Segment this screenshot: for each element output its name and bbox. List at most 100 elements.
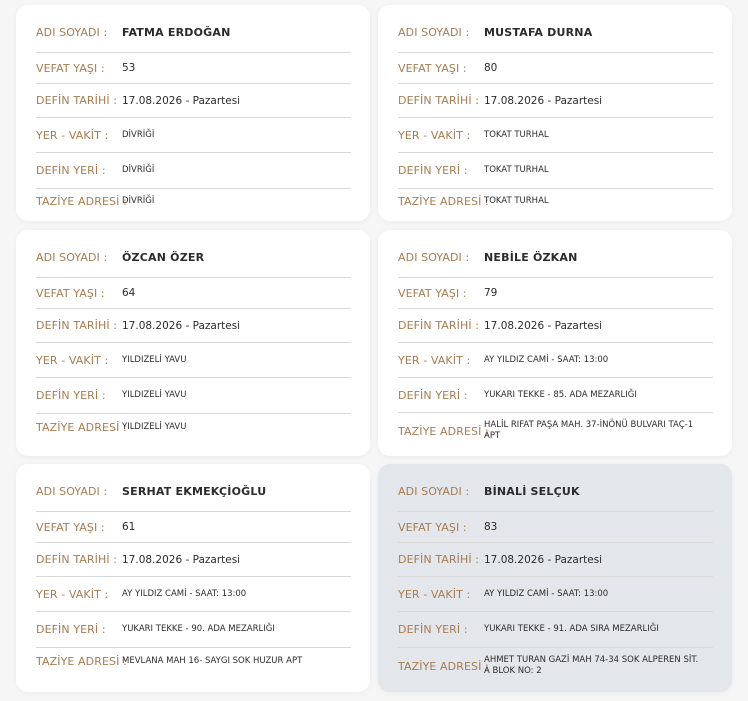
age-label: VEFAT YAŞI : xyxy=(36,61,105,75)
age-row: VEFAT YAŞI : 64 xyxy=(36,278,351,309)
age-label: VEFAT YAŞI : xyxy=(398,61,467,75)
age-value: 53 xyxy=(122,62,136,74)
address-value: MEVLANA MAH 16- SAYGI SOK HUZUR APT xyxy=(122,655,303,666)
burial-label: DEFİN YERİ : xyxy=(36,623,106,636)
place-time-value: AY YILDIZ CAMİ - SAAT: 13:00 xyxy=(122,588,247,599)
name-label: ADI SOYADI : xyxy=(36,485,108,498)
date-value: 17.08.2026 - Pazartesi xyxy=(122,319,241,332)
place-time-value: DİVRİĞİ xyxy=(122,129,155,140)
age-label: VEFAT YAŞI : xyxy=(36,520,105,534)
place-time-value: TOKAT TURHAL xyxy=(484,129,549,140)
place-time-row: YER - VAKİT : TOKAT TURHAL xyxy=(398,118,713,153)
address-label: TAZİYE ADRESİ : xyxy=(398,424,489,438)
burial-label: DEFİN YERİ : xyxy=(398,623,468,636)
age-row: VEFAT YAŞI : 79 xyxy=(398,278,713,309)
place-time-label: YER - VAKİT : xyxy=(36,353,109,367)
address-label: TAZİYE ADRESİ : xyxy=(36,194,127,208)
name-label: ADI SOYADI : xyxy=(36,251,108,264)
place-time-value: AY YILDIZ CAMİ - SAAT: 13:00 xyxy=(484,588,609,599)
burial-row: DEFİN YERİ : DİVRİĞİ xyxy=(36,153,351,189)
name-label: ADI SOYADI : xyxy=(398,485,470,498)
address-value: DİVRİĞİ xyxy=(122,195,155,206)
burial-row: DEFİN YERİ : YUKARI TEKKE - 90. ADA MEZA… xyxy=(36,612,351,648)
place-time-label: YER - VAKİT : xyxy=(36,128,109,142)
age-label: VEFAT YAŞI : xyxy=(398,286,467,300)
burial-row: DEFİN YERİ : TOKAT TURHAL xyxy=(398,153,713,189)
date-label: DEFİN TARİHİ : xyxy=(398,553,480,566)
burial-label: DEFİN YERİ : xyxy=(398,388,468,402)
burial-value: YUKARI TEKKE - 91. ADA SIRA MEZARLIĞI xyxy=(484,624,659,634)
date-row: DEFİN TARİHİ : 17.08.2026 - Pazartesi xyxy=(398,543,713,577)
date-value: 17.08.2026 - Pazartesi xyxy=(484,553,603,566)
burial-value: YUKARI TEKKE - 90. ADA MEZARLIĞI xyxy=(122,624,275,634)
obituary-card[interactable]: ADI SOYADI : NEBİLE ÖZKAN VEFAT YAŞI : 7… xyxy=(378,230,732,456)
obituary-card[interactable]: ADI SOYADI : SERHAT EKMEKÇİOĞLU VEFAT YA… xyxy=(16,464,370,692)
place-time-value: YILDIZELİ YAVU xyxy=(122,354,187,365)
address-row: TAZİYE ADRESİ : YILDIZELİ YAVU xyxy=(36,414,351,440)
name-label: ADI SOYADI : xyxy=(398,26,470,39)
place-time-row: YER - VAKİT : AY YILDIZ CAMİ - SAAT: 13:… xyxy=(36,577,351,612)
address-value: AHMET TURAN GAZİ MAH 74-34 SOK ALPEREN S… xyxy=(484,655,699,676)
date-value: 17.08.2026 - Pazartesi xyxy=(122,94,241,107)
burial-label: DEFİN YERİ : xyxy=(36,164,106,177)
name-value: FATMA ERDOĞAN xyxy=(122,26,231,39)
date-value: 17.08.2026 - Pazartesi xyxy=(122,553,241,566)
date-value: 17.08.2026 - Pazartesi xyxy=(484,319,603,332)
name-row: ADI SOYADI : SERHAT EKMEKÇİOĞLU xyxy=(36,472,351,512)
date-label: DEFİN TARİHİ : xyxy=(36,319,118,332)
obituary-card[interactable]: ADI SOYADI : BİNALİ SELÇUK VEFAT YAŞI : … xyxy=(378,464,732,692)
burial-value: DİVRİĞİ xyxy=(122,165,155,175)
obituary-card[interactable]: ADI SOYADI : MUSTAFA DURNA VEFAT YAŞI : … xyxy=(378,5,732,221)
age-value: 64 xyxy=(122,287,136,299)
name-value: ÖZCAN ÖZER xyxy=(122,251,205,264)
age-row: VEFAT YAŞI : 80 xyxy=(398,53,713,84)
address-label: TAZİYE ADRESİ : xyxy=(398,194,489,208)
name-row: ADI SOYADI : ÖZCAN ÖZER xyxy=(36,238,351,278)
address-value: YILDIZELİ YAVU xyxy=(122,421,187,432)
address-label: TAZİYE ADRESİ : xyxy=(36,420,127,434)
date-row: DEFİN TARİHİ : 17.08.2026 - Pazartesi xyxy=(398,309,713,343)
date-label: DEFİN TARİHİ : xyxy=(398,319,480,332)
address-row: TAZİYE ADRESİ : TOKAT TURHAL xyxy=(398,189,713,213)
address-row: TAZİYE ADRESİ : AHMET TURAN GAZİ MAH 74-… xyxy=(398,648,713,684)
burial-label: DEFİN YERİ : xyxy=(398,164,468,177)
date-row: DEFİN TARİHİ : 17.08.2026 - Pazartesi xyxy=(36,309,351,343)
name-row: ADI SOYADI : NEBİLE ÖZKAN xyxy=(398,238,713,278)
age-value: 79 xyxy=(484,287,498,299)
burial-value: TOKAT TURHAL xyxy=(484,165,549,175)
address-value: HALİL RIFAT PAŞA MAH. 37-İNÖNÜ BULVARI T… xyxy=(484,420,694,441)
place-time-label: YER - VAKİT : xyxy=(398,353,471,367)
address-row: TAZİYE ADRESİ : MEVLANA MAH 16- SAYGI SO… xyxy=(36,648,351,674)
obituary-card[interactable]: ADI SOYADI : ÖZCAN ÖZER VEFAT YAŞI : 64 … xyxy=(16,230,370,456)
name-value: BİNALİ SELÇUK xyxy=(484,485,580,498)
date-label: DEFİN TARİHİ : xyxy=(36,553,118,566)
date-label: DEFİN TARİHİ : xyxy=(36,94,118,107)
place-time-label: YER - VAKİT : xyxy=(36,587,109,601)
address-label: TAZİYE ADRESİ : xyxy=(398,659,489,673)
date-row: DEFİN TARİHİ : 17.08.2026 - Pazartesi xyxy=(36,84,351,118)
obituary-card[interactable]: ADI SOYADI : FATMA ERDOĞAN VEFAT YAŞI : … xyxy=(16,5,370,221)
burial-value: YUKARI TEKKE - 85. ADA MEZARLIĞI xyxy=(484,389,637,400)
place-time-label: YER - VAKİT : xyxy=(398,587,471,601)
burial-row: DEFİN YERİ : YUKARI TEKKE - 91. ADA SIRA… xyxy=(398,612,713,648)
burial-row: DEFİN YERİ : YUKARI TEKKE - 85. ADA MEZA… xyxy=(398,378,713,413)
name-label: ADI SOYADI : xyxy=(36,26,108,39)
age-label: VEFAT YAŞI : xyxy=(36,286,105,300)
name-value: MUSTAFA DURNA xyxy=(484,26,593,39)
age-label: VEFAT YAŞI : xyxy=(398,520,467,534)
date-row: DEFİN TARİHİ : 17.08.2026 - Pazartesi xyxy=(398,84,713,118)
address-row: TAZİYE ADRESİ : HALİL RIFAT PAŞA MAH. 37… xyxy=(398,414,713,448)
burial-row: DEFİN YERİ : YILDIZELİ YAVU xyxy=(36,378,351,414)
place-time-row: YER - VAKİT : AY YILDIZ CAMİ - SAAT: 13:… xyxy=(398,343,713,378)
name-row: ADI SOYADI : FATMA ERDOĞAN xyxy=(36,13,351,53)
burial-label: DEFİN YERİ : xyxy=(36,389,106,402)
address-value: TOKAT TURHAL xyxy=(484,195,549,206)
age-value: 80 xyxy=(484,62,498,74)
age-value: 83 xyxy=(484,521,498,533)
place-time-label: YER - VAKİT : xyxy=(398,128,471,142)
age-row: VEFAT YAŞI : 53 xyxy=(36,53,351,84)
name-label: ADI SOYADI : xyxy=(398,251,470,264)
age-row: VEFAT YAŞI : 83 xyxy=(398,512,713,543)
name-row: ADI SOYADI : BİNALİ SELÇUK xyxy=(398,472,713,512)
burial-value: YILDIZELİ YAVU xyxy=(122,390,187,400)
